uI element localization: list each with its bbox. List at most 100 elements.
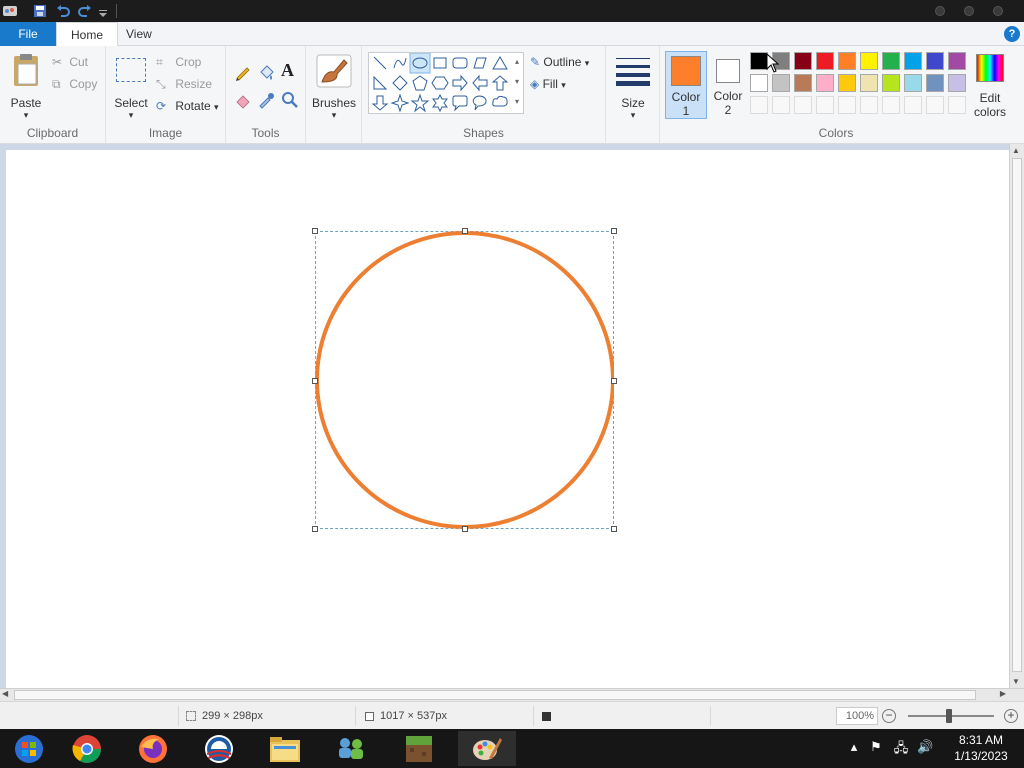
color-swatch[interactable] — [816, 52, 834, 70]
customize-dropdown-icon[interactable] — [97, 3, 113, 19]
selection-box[interactable] — [312, 228, 617, 532]
drawing-canvas[interactable] — [6, 150, 1009, 690]
custom-color-slot[interactable] — [882, 96, 900, 114]
scroll-thumb-vertical[interactable] — [1012, 158, 1022, 672]
minimize-button[interactable] — [935, 6, 945, 16]
paste-button[interactable]: Paste ▾ — [4, 52, 48, 124]
custom-color-slot[interactable] — [948, 96, 966, 114]
color-swatch[interactable] — [948, 74, 966, 92]
color-swatch[interactable] — [816, 74, 834, 92]
rectangle-shape-icon[interactable] — [433, 57, 447, 69]
resize-handle-top[interactable] — [462, 228, 468, 234]
outline-button[interactable]: ✎ Outline ▾ — [530, 53, 589, 71]
line-shape-icon[interactable] — [373, 56, 387, 70]
obama-logo-icon[interactable] — [190, 731, 248, 766]
rounded-rectangle-shape-icon[interactable] — [452, 57, 468, 69]
action-center-flag-icon[interactable]: ⚑ — [868, 739, 884, 755]
oval-shape-icon[interactable] — [409, 52, 431, 74]
eraser-icon[interactable] — [234, 91, 252, 109]
zoom-in-button[interactable]: + — [1004, 709, 1018, 723]
custom-color-slot[interactable] — [816, 96, 834, 114]
windows-start-icon[interactable] — [0, 731, 58, 766]
maximize-button[interactable] — [964, 6, 974, 16]
minecraft-icon[interactable] — [390, 731, 448, 766]
five-point-star-shape-icon[interactable] — [410, 93, 430, 113]
resize-handle-top-left[interactable] — [312, 228, 318, 234]
resize-handle-bottom-right[interactable] — [611, 526, 617, 532]
close-button[interactable] — [993, 6, 1003, 16]
scroll-up-arrow[interactable]: ▲ — [1012, 146, 1020, 155]
shapes-scroll[interactable]: ▴ ▾ ▾ — [510, 52, 524, 114]
curve-shape-icon[interactable] — [393, 57, 407, 69]
save-icon[interactable] — [32, 3, 48, 19]
custom-color-slot[interactable] — [794, 96, 812, 114]
color-swatch[interactable] — [838, 52, 856, 70]
six-point-star-shape-icon[interactable] — [432, 93, 448, 113]
show-hidden-icons[interactable]: ▴ — [846, 739, 862, 755]
edit-colors-button[interactable]: Edit colors — [970, 51, 1010, 121]
help-icon[interactable]: ? — [1004, 26, 1020, 42]
color-swatch[interactable] — [926, 74, 944, 92]
resize-handle-bottom-left[interactable] — [312, 526, 318, 532]
color-swatch[interactable] — [838, 74, 856, 92]
cloud-callout-shape-icon[interactable] — [492, 95, 508, 107]
custom-color-slot[interactable] — [904, 96, 922, 114]
undo-icon[interactable] — [55, 3, 71, 19]
color-swatch[interactable] — [926, 52, 944, 70]
color1-button[interactable]: Color 1 — [665, 51, 707, 119]
color-swatch[interactable] — [794, 74, 812, 92]
color-swatch[interactable] — [772, 74, 790, 92]
color-swatch[interactable] — [860, 74, 878, 92]
resize-handle-bottom[interactable] — [462, 526, 468, 532]
brushes-button[interactable]: Brushes ▾ — [310, 52, 358, 124]
scroll-left-arrow[interactable]: ◀ — [2, 689, 8, 698]
redo-icon[interactable] — [77, 3, 93, 19]
resize-handle-left[interactable] — [312, 378, 318, 384]
horizontal-scrollbar[interactable]: ◀ ▶ — [0, 688, 1024, 701]
right-triangle-shape-icon[interactable] — [373, 75, 388, 90]
file-explorer-icon[interactable] — [256, 731, 314, 766]
color-swatch[interactable] — [860, 52, 878, 70]
zoom-slider-thumb[interactable] — [946, 709, 952, 723]
text-icon[interactable]: A — [281, 60, 297, 81]
scroll-right-arrow[interactable]: ▶ — [1000, 689, 1006, 698]
fill-icon[interactable] — [257, 63, 275, 81]
hexagon-shape-icon[interactable] — [431, 76, 449, 90]
paint-app-icon[interactable] — [2, 3, 18, 19]
scroll-thumb-horizontal[interactable] — [14, 690, 976, 700]
resize-button[interactable]: ⤡ Resize — [156, 75, 212, 93]
resize-handle-top-right[interactable] — [611, 228, 617, 234]
down-arrow-shape-icon[interactable] — [371, 95, 389, 111]
tab-file[interactable]: File — [0, 22, 56, 46]
up-arrow-shape-icon[interactable] — [491, 75, 509, 91]
custom-color-slot[interactable] — [860, 96, 878, 114]
color-swatch[interactable] — [882, 52, 900, 70]
color-swatch[interactable] — [882, 74, 900, 92]
pencil-icon[interactable] — [234, 63, 252, 81]
color-swatch[interactable] — [904, 52, 922, 70]
color2-button[interactable]: Color 2 — [708, 51, 748, 119]
color-swatch[interactable] — [904, 74, 922, 92]
volume-icon[interactable]: 🔊 — [917, 739, 933, 755]
network-people-icon[interactable] — [322, 731, 380, 766]
paint-icon[interactable] — [458, 731, 516, 766]
color-picker-icon[interactable] — [257, 91, 275, 109]
color-swatch[interactable] — [794, 52, 812, 70]
network-icon[interactable]: 🖧 — [893, 739, 909, 755]
rounded-callout-shape-icon[interactable] — [452, 95, 468, 112]
custom-color-slot[interactable] — [838, 96, 856, 114]
cut-button[interactable]: ✂ Cut — [52, 53, 88, 71]
four-point-star-shape-icon[interactable] — [390, 93, 410, 113]
diamond-shape-icon[interactable] — [392, 75, 408, 91]
triangle-shape-icon[interactable] — [492, 56, 508, 70]
pentagon-shape-icon[interactable] — [412, 75, 428, 91]
custom-color-slot[interactable] — [772, 96, 790, 114]
scroll-down-arrow[interactable]: ▼ — [1012, 677, 1020, 686]
rotate-button[interactable]: ⟳ Rotate ▾ — [156, 97, 219, 115]
system-clock[interactable]: 8:31 AM 1/13/2023 — [946, 732, 1016, 764]
tab-view[interactable]: View — [112, 22, 166, 46]
size-button[interactable]: Size ▾ — [612, 52, 654, 124]
oval-callout-shape-icon[interactable] — [472, 95, 487, 111]
polygon-shape-icon[interactable] — [473, 57, 487, 69]
chrome-icon[interactable] — [58, 731, 116, 766]
